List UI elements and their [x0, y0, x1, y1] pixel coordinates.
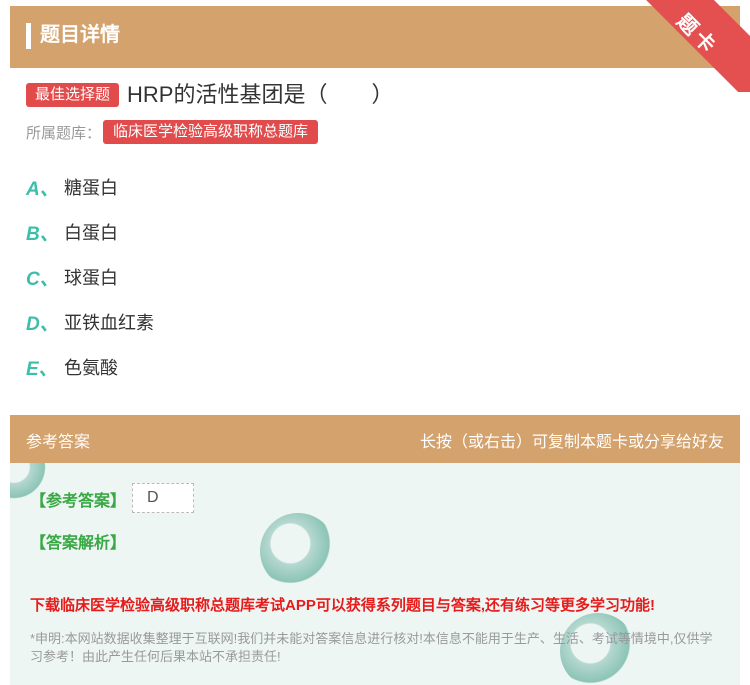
- option-text: 球蛋白: [64, 268, 118, 288]
- answer-value: D: [132, 483, 194, 513]
- option-c[interactable]: C、 球蛋白: [26, 263, 118, 291]
- answer-section-title: 参考答案: [26, 434, 91, 451]
- bank-name-tag[interactable]: 临床医学检验高级职称总题库: [103, 120, 319, 144]
- option-a[interactable]: A、 糖蛋白: [26, 173, 118, 201]
- share-hint: 长按（或右击）可复制本题卡或分享给好友: [419, 434, 724, 451]
- question-bank-line: 所属题库： 临床医学检验高级职称总题库: [26, 120, 319, 144]
- option-text: 糖蛋白: [64, 178, 118, 198]
- option-b[interactable]: B、 白蛋白: [26, 218, 118, 246]
- page-title: 题目详情: [40, 24, 120, 46]
- option-key: D、: [26, 313, 59, 335]
- answer-label: 【参考答案】: [30, 493, 127, 510]
- watermark-logo: [260, 513, 336, 589]
- option-key: A、: [26, 178, 59, 200]
- disclaimer-text: *申明:本网站数据收集整理于互联网!我们并未能对答案信息进行核对!本信息不能用于…: [30, 631, 713, 664]
- option-d[interactable]: D、 亚铁血红素: [26, 308, 154, 336]
- option-key: B、: [26, 223, 59, 245]
- answer-section-body: 【参考答案】 D 【答案解析】 下载临床医学检验高级职称总题库考试APP可以获得…: [10, 463, 740, 685]
- page-header: 题目详情: [10, 6, 740, 68]
- option-key: E、: [26, 358, 58, 380]
- question-text: HRP的活性基团是（ ）: [127, 82, 394, 107]
- answer-section-header: 参考答案 长按（或右击）可复制本题卡或分享给好友: [10, 415, 740, 463]
- question-type-tag: 最佳选择题: [26, 83, 120, 107]
- option-key: C、: [26, 268, 59, 290]
- bank-label: 所属题库：: [26, 124, 102, 142]
- download-app-link[interactable]: 下载临床医学检验高级职称总题库考试APP可以获得系列题目与答案,还有练习等更多学…: [30, 594, 655, 615]
- option-text: 色氨酸: [64, 358, 118, 378]
- question-line: 最佳选择题 HRP的活性基团是（ ）: [26, 80, 393, 110]
- option-text: 白蛋白: [64, 223, 118, 243]
- option-e[interactable]: E、 色氨酸: [26, 353, 118, 381]
- analysis-label: 【答案解析】: [30, 535, 127, 552]
- option-text: 亚铁血红素: [64, 313, 154, 333]
- header-accent-bar: [26, 23, 31, 49]
